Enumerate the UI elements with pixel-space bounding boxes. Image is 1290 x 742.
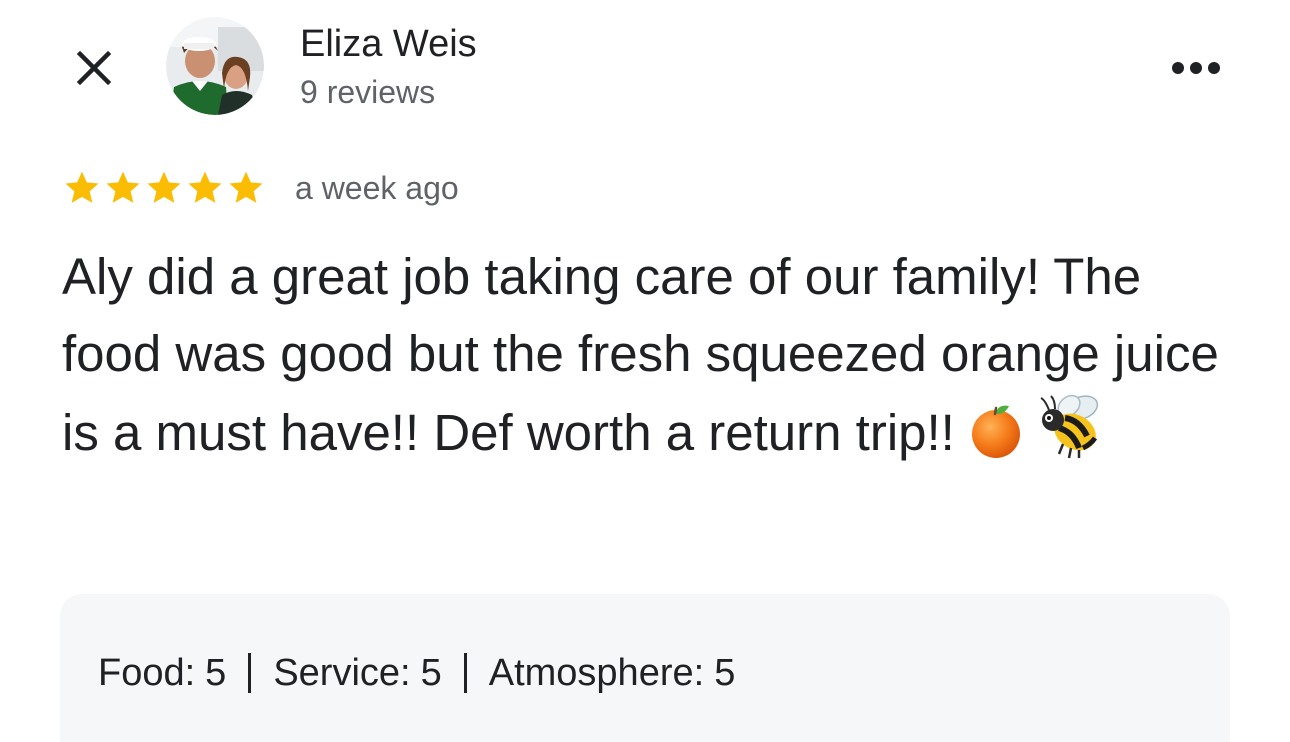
close-button[interactable] <box>68 42 120 94</box>
ratings-line: Food: 5 Service: 5 Atmosphere: 5 <box>98 650 735 696</box>
rating-food: Food: 5 <box>98 652 226 694</box>
review-time: a week ago <box>295 170 459 206</box>
rating-atmosphere: Atmosphere: 5 <box>489 652 736 694</box>
rating-food-value: 5 <box>205 652 227 694</box>
review-detail-page: Eliza Weis 9 reviews a week ago Aly did … <box>0 0 1290 742</box>
rating-atmosphere-value: 5 <box>714 652 736 694</box>
orange-emoji <box>969 402 1025 481</box>
star-icon <box>147 171 181 203</box>
more-dot <box>1190 62 1202 74</box>
more-horizontal-icon <box>1172 62 1184 74</box>
more-options-button[interactable] <box>1164 48 1228 88</box>
ratings-summary-card: Food: 5 Service: 5 Atmosphere: 5 <box>60 594 1230 742</box>
star-icon <box>188 171 222 203</box>
rating-service: Service: 5 <box>273 652 441 694</box>
rating-atmosphere-label: Atmosphere: <box>488 652 705 694</box>
star-icon <box>229 171 263 203</box>
close-icon <box>76 50 112 86</box>
avatar-photo <box>166 17 264 115</box>
star-icon <box>106 171 140 203</box>
divider <box>463 653 467 693</box>
rating-service-value: 5 <box>420 652 442 694</box>
review-text: Aly did a great job taking care of our f… <box>62 238 1252 481</box>
star-icon <box>65 171 99 203</box>
more-dot <box>1208 62 1220 74</box>
star-rating <box>62 168 266 208</box>
reviewer-avatar[interactable] <box>166 17 264 115</box>
bee-emoji <box>1039 392 1105 481</box>
rating-service-label: Service: <box>273 652 411 694</box>
reviewer-name[interactable]: Eliza Weis <box>300 22 477 66</box>
rating-food-label: Food: <box>98 652 196 694</box>
review-count: 9 reviews <box>300 74 436 110</box>
divider <box>248 653 252 693</box>
